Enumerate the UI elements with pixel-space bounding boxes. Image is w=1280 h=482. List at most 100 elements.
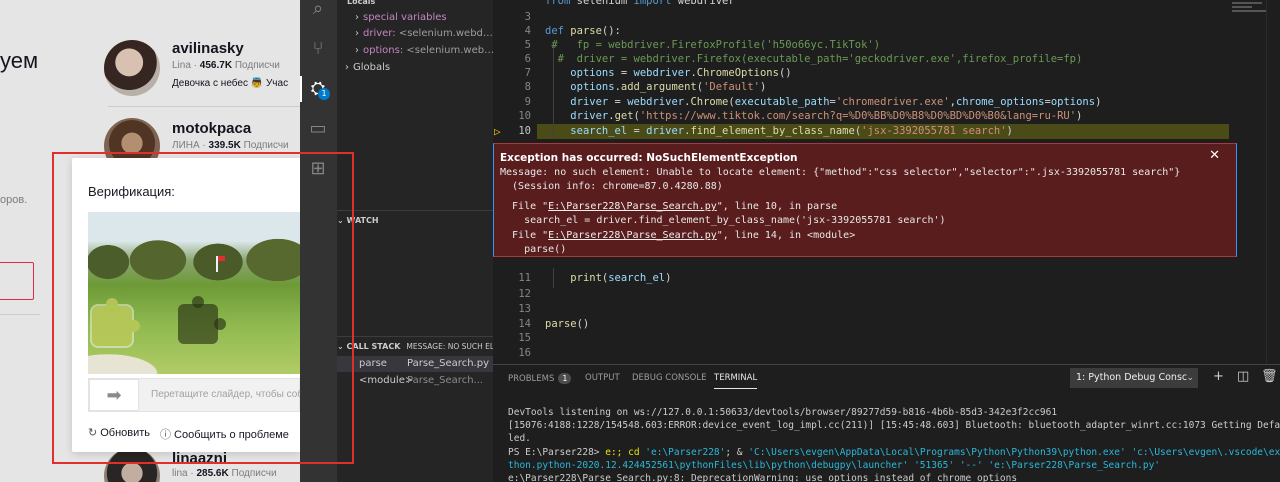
line-number: 8: [524, 81, 531, 93]
new-terminal-icon[interactable]: +: [1213, 369, 1224, 384]
code-line: def parse():: [545, 25, 621, 37]
variable-value: <selenium.webd…: [398, 28, 493, 39]
active-indicator: [300, 76, 302, 102]
globals-row[interactable]: › Globals: [341, 60, 390, 76]
tab-debug-console[interactable]: DEBUG CONSOLE: [632, 373, 706, 383]
traceback-suffix: ", line 10, in parse: [716, 201, 838, 212]
line-number: 7: [524, 67, 531, 79]
terminal-prompt: PS E:\Parser228>: [508, 447, 600, 458]
terminal-line: led.: [508, 433, 531, 444]
code-line: options.add_argument('Default'): [570, 81, 767, 93]
traceback-file-link[interactable]: E:\Parser228\Parse_Search.py: [548, 230, 717, 241]
followers-label: Подписчи: [231, 468, 277, 479]
followers-label: Подписчи: [234, 60, 280, 71]
code-line: options = webdriver.ChromeOptions(): [570, 67, 792, 79]
terminal-op: ; &: [725, 447, 749, 458]
divider: [108, 106, 300, 107]
editor-scrollbar[interactable]: [1266, 0, 1280, 364]
chevron-right-icon: ›: [355, 12, 359, 23]
stack-frame[interactable]: parse Parse_Search.py: [337, 356, 493, 372]
tab-problems[interactable]: PROBLEMS 1: [508, 373, 572, 384]
terminal-selector[interactable]: 1: Python Debug Consc ⌄: [1070, 368, 1198, 388]
traceback-line: File "E:\Parser228\Parse_Search.py", lin…: [500, 200, 837, 213]
chevron-down-icon: ⌄: [1186, 373, 1194, 383]
user-bio: Девочка с небес 👼 Учас: [172, 78, 289, 89]
search-icon[interactable]: ⌕: [306, 0, 330, 20]
code-line: search_el = driver.find_element_by_class…: [570, 125, 1013, 137]
line-number: 11: [518, 272, 531, 284]
terminal-arg: 'e:\Parser228': [645, 447, 726, 458]
line-number: 4: [524, 25, 531, 37]
variable-name: options:: [363, 45, 404, 56]
call-stack-section-header[interactable]: ⌄ CALL STACKMESSAGE: NO SUCH ELE...: [337, 336, 493, 356]
trash-icon[interactable]: 🗑: [1261, 369, 1278, 384]
line-number: 5: [524, 39, 531, 51]
exception-message: Message: no such element: Unable to loca…: [500, 167, 1181, 178]
frame-file: Parse_Search...: [407, 375, 484, 386]
line-number: 9: [524, 96, 531, 108]
terminal-line: DevTools listening on ws://127.0.0.1:506…: [508, 407, 1058, 418]
user-stats: Lina · 456.7K Подписчи: [172, 60, 280, 71]
line-number: 14: [518, 318, 531, 330]
code-line: print(search_el): [570, 272, 672, 284]
tab-label: PROBLEMS: [508, 374, 555, 384]
code-line: from selenium import webdriver: [545, 0, 735, 7]
user-platform: ЛИНА: [172, 140, 200, 151]
stack-frame[interactable]: <module> Parse_Search...: [337, 373, 493, 389]
remote-explorer-icon[interactable]: ▭: [306, 116, 330, 140]
chevron-right-icon: ›: [355, 28, 359, 39]
terminal-selector-label: 1: Python Debug Consc: [1076, 372, 1188, 383]
exception-widget: Exception has occurred: NoSuchElementExc…: [493, 143, 1237, 257]
user-stats: lina · 285.6K Подписчи: [172, 468, 277, 479]
terminal-line: thon.python-2020.12.424452561\pythonFile…: [508, 460, 1161, 471]
line-number: 13: [518, 303, 531, 315]
frame-function: <module>: [359, 375, 414, 386]
traceback-suffix: ", line 14, in <module>: [716, 230, 856, 241]
line-number: 12: [518, 288, 531, 300]
captcha-highlight-box: [52, 152, 354, 464]
code-line: # fp = webdriver.FirefoxProfile('h50o66y…: [545, 39, 881, 51]
chevron-right-icon: ›: [345, 62, 349, 73]
traceback-prefix: File ": [500, 201, 549, 212]
variable-name: special variables: [363, 12, 447, 23]
watch-section-header[interactable]: ⌄ WATCH: [337, 210, 493, 230]
exception-session: (Session info: chrome=87.0.4280.88): [500, 181, 723, 192]
follow-button-fragment[interactable]: [0, 262, 34, 300]
follower-count: 339.5K: [208, 140, 241, 151]
frame-file: Parse_Search.py: [407, 358, 489, 369]
bottom-panel: PROBLEMS 1 OUTPUT DEBUG CONSOLE TERMINAL …: [493, 364, 1280, 482]
traceback-file-link[interactable]: E:\Parser228\Parse_Search.py: [548, 201, 717, 212]
text-fragment: оров.: [0, 194, 28, 206]
variable-row[interactable]: › special variables: [351, 10, 447, 26]
avatar[interactable]: [104, 40, 160, 96]
call-stack-title: CALL STACK: [346, 342, 401, 351]
code-line: driver.get('https://www.tiktok.com/searc…: [570, 110, 1083, 122]
tab-terminal[interactable]: TERMINAL: [714, 373, 758, 389]
variable-row[interactable]: › options: <selenium.web…: [351, 43, 493, 59]
username[interactable]: motokpaca: [172, 120, 251, 137]
terminal-command-line: PS E:\Parser228> e:; cd 'e:\Parser228'; …: [508, 446, 1280, 459]
follower-count: 285.6K: [196, 468, 229, 479]
line-number: 10: [518, 125, 531, 137]
code-line: parse(): [545, 318, 590, 330]
terminal-arg: 'C:\Users\evgen\AppData\Local\Programs\P…: [748, 447, 1280, 458]
variable-row[interactable]: › driver: <selenium.webd…: [351, 26, 493, 42]
code-line: # driver = webdriver.Firefox(executable_…: [545, 53, 1083, 65]
globals-label: Globals: [353, 62, 391, 73]
terminal-line: e:\Parser228\Parse_Search.py:8: Deprecat…: [508, 473, 1018, 482]
locals-header[interactable]: Locals: [347, 0, 375, 10]
tab-output[interactable]: OUTPUT: [585, 373, 620, 383]
call-stack-message: MESSAGE: NO SUCH ELE...: [406, 342, 493, 351]
username[interactable]: avilinasky: [172, 40, 244, 57]
line-number: 3: [524, 11, 531, 23]
terminal-line: [15076:4188:1228/154548.603:ERROR:device…: [508, 420, 1280, 431]
line-number: 16: [518, 347, 531, 359]
split-terminal-icon[interactable]: ◫: [1237, 369, 1249, 384]
variable-name: driver:: [363, 28, 396, 39]
source-control-icon[interactable]: ⑂: [306, 36, 330, 60]
follower-count: 456.7K: [199, 60, 233, 71]
line-number: 6: [524, 53, 531, 65]
close-icon[interactable]: ✕: [1209, 148, 1220, 163]
user-stats: ЛИНА · 339.5K Подписчи: [172, 140, 289, 151]
code-line: driver = webdriver.Chrome(executable_pat…: [570, 96, 1102, 108]
